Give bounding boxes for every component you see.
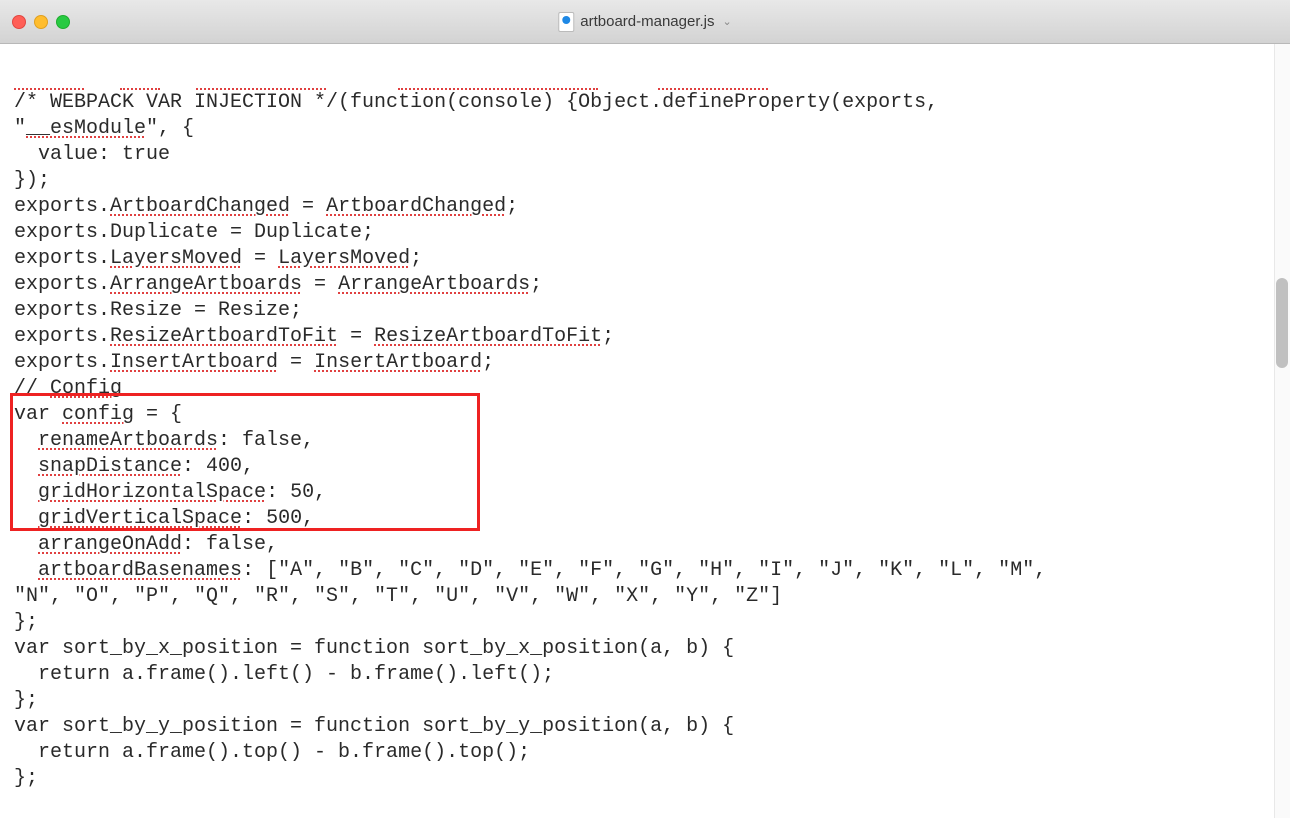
code-line: arrangeOnAdd: false, <box>14 532 1290 558</box>
code-line: exports.InsertArtboard = InsertArtboard; <box>14 350 1290 376</box>
code-line: return a.frame().top() - b.frame().top()… <box>14 740 1290 766</box>
code-line: "__esModule", { <box>14 116 1290 142</box>
window-titlebar: artboard-manager.js ⌄ <box>0 0 1290 44</box>
close-button[interactable] <box>12 15 26 29</box>
code-line: snapDistance: 400, <box>14 454 1290 480</box>
code-line: var sort_by_y_position = function sort_b… <box>14 714 1290 740</box>
code-line: }; <box>14 610 1290 636</box>
window-title-group[interactable]: artboard-manager.js ⌄ <box>558 12 731 32</box>
code-line: // Config <box>14 376 1290 402</box>
code-line: exports.ArrangeArtboards = ArrangeArtboa… <box>14 272 1290 298</box>
scrollbar-thumb[interactable] <box>1276 278 1288 368</box>
code-line: gridVerticalSpace: 500, <box>14 506 1290 532</box>
minimize-button[interactable] <box>34 15 48 29</box>
code-line: exports.LayersMoved = LayersMoved; <box>14 246 1290 272</box>
window-filename: artboard-manager.js <box>580 13 714 30</box>
code-line: }; <box>14 688 1290 714</box>
code-line: }); <box>14 168 1290 194</box>
scrollbar-track[interactable] <box>1274 44 1290 818</box>
code-line: renameArtboards: false, <box>14 428 1290 454</box>
code-line: value: true <box>14 142 1290 168</box>
code-line: gridHorizontalSpace: 50, <box>14 480 1290 506</box>
traffic-lights <box>12 15 70 29</box>
code-line: exports.ResizeArtboardToFit = ResizeArtb… <box>14 324 1290 350</box>
code-line: }; <box>14 766 1290 792</box>
maximize-button[interactable] <box>56 15 70 29</box>
chevron-down-icon: ⌄ <box>723 15 732 28</box>
code-line: return a.frame().left() - b.frame().left… <box>14 662 1290 688</box>
code-line: "N", "O", "P", "Q", "R", "S", "T", "U", … <box>14 584 1290 610</box>
code-line: exports.ArtboardChanged = ArtboardChange… <box>14 194 1290 220</box>
code-line: exports.Resize = Resize; <box>14 298 1290 324</box>
code-line: var config = { <box>14 402 1290 428</box>
code-editor[interactable]: /* WEBPACK VAR INJECTION */(function(con… <box>0 44 1290 830</box>
code-line: exports.Duplicate = Duplicate; <box>14 220 1290 246</box>
code-line: /* WEBPACK VAR INJECTION */(function(con… <box>14 90 1290 116</box>
code-line: artboardBasenames: ["A", "B", "C", "D", … <box>14 558 1290 584</box>
file-icon <box>558 12 574 32</box>
code-line <box>14 62 1290 90</box>
code-line: var sort_by_x_position = function sort_b… <box>14 636 1290 662</box>
